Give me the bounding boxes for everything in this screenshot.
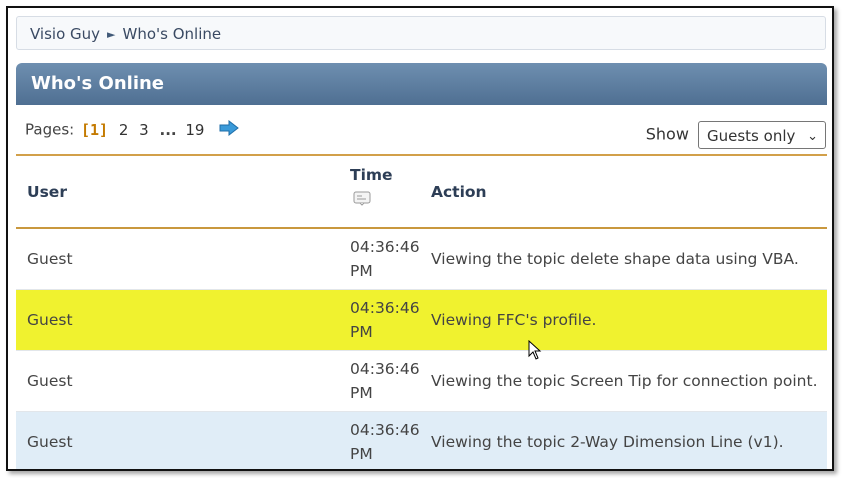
page-link-3[interactable]: 3 (139, 121, 149, 139)
breadcrumb: Visio Guy ► Who's Online (16, 16, 826, 50)
time-period: PM (350, 445, 373, 463)
user-cell: Guest (16, 228, 350, 290)
time-period: PM (350, 384, 373, 402)
sort-icon[interactable] (353, 190, 430, 210)
time-value: 04:36:46 (350, 238, 420, 256)
filter-label: Show (645, 124, 689, 144)
breadcrumb-link-home[interactable]: Visio Guy (30, 25, 100, 43)
table-row: Guest 04:36:46 PM Viewing FFC's profile. (16, 289, 827, 351)
guest-filter-select[interactable]: Guests only ⌄ (698, 121, 826, 149)
time-cell: 04:36:46 PM (350, 289, 430, 351)
pagination-label: Pages: (25, 120, 75, 139)
table-row: Guest 04:36:46 PM Viewing the topic delet… (16, 228, 827, 290)
page-link-last[interactable]: 19 (185, 121, 204, 139)
action-cell: Viewing the topic Screen Tip for connect… (430, 350, 827, 412)
time-cell: 04:36:46 PM (350, 350, 430, 412)
time-value: 04:36:46 (350, 299, 420, 317)
table-row: Guest 04:36:46 PM Viewing the topic Scree… (16, 350, 827, 412)
filter-selected-value: Guests only (707, 127, 796, 145)
column-header-time-label: Time (350, 166, 393, 184)
column-header-user[interactable]: User (16, 155, 350, 228)
page-title: Who's Online (16, 63, 827, 105)
time-period: PM (350, 262, 373, 280)
breadcrumb-link-current[interactable]: Who's Online (123, 25, 222, 43)
page-link-2[interactable]: 2 (119, 121, 129, 139)
next-page-arrow-icon[interactable] (219, 119, 240, 140)
table-row: Guest 04:36:46 PM Viewing the topic 2-Way… (16, 411, 827, 469)
time-value: 04:36:46 (350, 360, 420, 378)
column-header-action[interactable]: Action (430, 155, 827, 228)
current-page: [1] (80, 120, 109, 139)
pagination: Pages: [1] 2 3 ... 19 (25, 119, 240, 140)
time-value: 04:36:46 (350, 421, 420, 439)
online-users-table: User Time Action Guest 04:36:46 PM Viewi… (16, 154, 827, 469)
user-cell: Guest (16, 350, 350, 412)
column-header-time[interactable]: Time (350, 155, 430, 228)
action-cell: Viewing FFC's profile. (430, 289, 827, 351)
pagination-ellipsis: ... (159, 120, 177, 139)
action-cell: Viewing the topic 2-Way Dimension Line (… (430, 411, 827, 469)
forum-panel: Visio Guy ► Who's Online Who's Online Page… (6, 6, 834, 471)
mouse-pointer-icon (528, 339, 542, 364)
time-cell: 04:36:46 PM (350, 411, 430, 469)
user-cell: Guest (16, 289, 350, 351)
time-period: PM (350, 323, 373, 341)
user-cell: Guest (16, 411, 350, 469)
table-header-row: User Time Action (16, 155, 827, 228)
chevron-down-icon: ⌄ (807, 129, 818, 144)
action-cell: Viewing the topic delete shape data usin… (430, 228, 827, 290)
filter-control: Show Guests only ⌄ (646, 121, 826, 149)
breadcrumb-separator-icon: ► (107, 28, 116, 41)
time-cell: 04:36:46 PM (350, 228, 430, 290)
